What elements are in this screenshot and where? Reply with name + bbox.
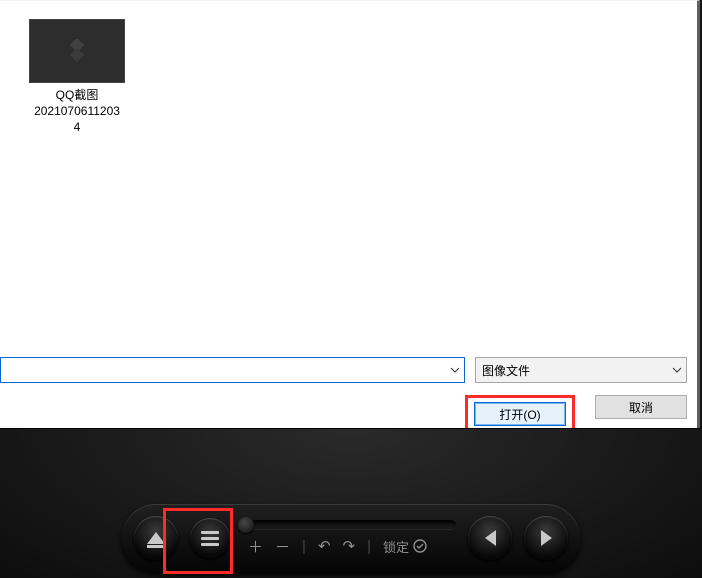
- file-list-pane[interactable]: QQ截图 2021070611203 4: [0, 1, 693, 355]
- file-label: QQ截图 2021070611203 4: [34, 87, 120, 135]
- chevron-left-icon: [485, 530, 496, 546]
- filename-input[interactable]: [3, 359, 444, 381]
- zoom-out-button[interactable]: －: [275, 536, 290, 557]
- playlist-button[interactable]: [190, 518, 230, 558]
- player-area: ＋ － | ↶ ↷ | 锁定: [0, 428, 702, 578]
- menu-icon: [201, 531, 219, 546]
- zoom-in-button[interactable]: ＋: [248, 536, 263, 557]
- check-circle-icon: [413, 539, 427, 553]
- chevron-down-icon: [450, 367, 460, 373]
- prev-button[interactable]: [468, 516, 512, 560]
- separator: |: [367, 538, 371, 555]
- progress-thumb[interactable]: [238, 517, 254, 533]
- chevron-down-icon: [672, 367, 682, 373]
- progress-group: ＋ － | ↶ ↷ | 锁定: [242, 520, 456, 557]
- lock-toggle[interactable]: 锁定: [383, 537, 427, 556]
- chevron-right-icon: [541, 530, 552, 546]
- eject-icon: [147, 532, 165, 544]
- filename-filter-row: 图像文件: [0, 357, 693, 383]
- undo-button[interactable]: ↶: [318, 537, 331, 555]
- eject-button[interactable]: [134, 516, 178, 560]
- filetype-combo[interactable]: 图像文件: [475, 357, 687, 383]
- cancel-button[interactable]: 取消: [595, 395, 687, 419]
- filename-combo[interactable]: [0, 357, 465, 383]
- file-item[interactable]: QQ截图 2021070611203 4: [18, 19, 136, 135]
- secondary-controls: ＋ － | ↶ ↷ | 锁定: [242, 536, 456, 557]
- next-button[interactable]: [524, 516, 568, 560]
- redo-button[interactable]: ↷: [343, 537, 356, 555]
- player-control-strip: ＋ － | ↶ ↷ | 锁定: [122, 504, 580, 572]
- open-button[interactable]: 打开(O): [474, 402, 566, 426]
- file-thumbnail: [29, 19, 125, 83]
- file-open-dialog: QQ截图 2021070611203 4 图像文件 打开(O) 取消: [0, 0, 700, 428]
- progress-slider[interactable]: [242, 520, 456, 530]
- diamond-icon: [65, 39, 89, 63]
- dialog-buttons: 打开(O) 取消: [0, 389, 693, 429]
- separator: |: [302, 538, 306, 555]
- filetype-label: 图像文件: [482, 362, 530, 379]
